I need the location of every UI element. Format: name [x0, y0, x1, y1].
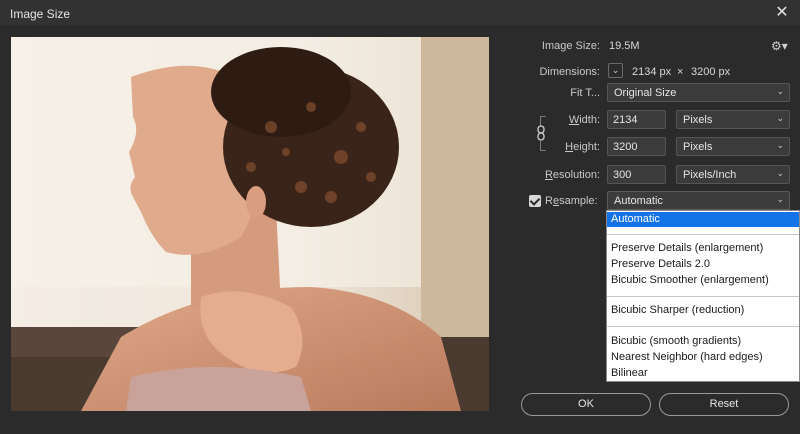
resample-option-nearest-neighbor[interactable]: Nearest Neighbor (hard edges): [607, 350, 799, 365]
reset-button[interactable]: Reset: [659, 393, 789, 416]
height-unit-value: Pixels: [683, 141, 713, 153]
resample-option-bicubic-sharper[interactable]: Bicubic Sharper (reduction): [607, 303, 799, 318]
chevron-down-icon[interactable]: ⌄: [608, 63, 623, 78]
resample-checkbox[interactable]: [529, 195, 541, 207]
height-input[interactable]: 3200: [607, 137, 666, 156]
dimensions-height-value: 3200 px: [691, 66, 731, 78]
resample-option-bicubic-smoother[interactable]: Bicubic Smoother (enlargement): [607, 273, 799, 288]
image-preview[interactable]: [11, 37, 489, 411]
resample-option-preserve-details-2[interactable]: Preserve Details 2.0: [607, 257, 799, 272]
resolution-label: Resolution:: [544, 169, 600, 181]
link-chain-icon[interactable]: [536, 125, 546, 141]
window-title: Image Size: [10, 7, 71, 21]
dropdown-separator: [607, 326, 799, 327]
resolution-unit-select[interactable]: Pixels/Inch ⌄: [676, 165, 790, 184]
resample-option-bicubic[interactable]: Bicubic (smooth gradients): [607, 334, 799, 349]
gear-icon[interactable]: ⚙▾: [771, 39, 791, 53]
resample-option-automatic[interactable]: Automatic: [607, 212, 799, 227]
close-icon[interactable]: ✕: [772, 3, 792, 23]
resample-label: Resample:: [545, 195, 598, 207]
resample-option-preserve-details[interactable]: Preserve Details (enlargement): [607, 241, 799, 256]
title-bar: Image Size ✕: [0, 0, 800, 27]
resample-option-bilinear[interactable]: Bilinear: [607, 366, 799, 381]
height-unit-select[interactable]: Pixels ⌄: [676, 137, 790, 156]
preview-photo: [11, 37, 489, 411]
fit-to-value: Original Size: [614, 87, 677, 99]
resample-select[interactable]: Automatic ⌄: [607, 191, 790, 210]
width-label: Width:: [568, 114, 600, 126]
dimensions-separator: ×: [677, 66, 684, 78]
image-size-value: 19.5M: [609, 40, 640, 52]
fit-to-select[interactable]: Original Size ⌄: [607, 83, 790, 102]
dropdown-separator: [607, 234, 799, 235]
chevron-down-icon: ⌄: [776, 140, 784, 150]
width-unit-value: Pixels: [683, 114, 713, 126]
resolution-input[interactable]: 300: [607, 165, 666, 184]
resample-dropdown: Automatic Preserve Details (enlargement)…: [606, 210, 800, 382]
fit-to-label: Fit T...: [570, 87, 600, 99]
resolution-unit-value: Pixels/Inch: [683, 169, 737, 181]
chevron-down-icon: ⌄: [776, 194, 784, 204]
resample-value: Automatic: [614, 195, 663, 207]
width-unit-select[interactable]: Pixels ⌄: [676, 110, 790, 129]
width-input[interactable]: 2134: [607, 110, 666, 129]
chevron-down-icon: ⌄: [776, 113, 784, 123]
image-size-label: Image Size:: [541, 40, 600, 52]
dropdown-separator: [607, 296, 799, 297]
ok-button[interactable]: OK: [521, 393, 651, 416]
chevron-down-icon: ⌄: [776, 168, 784, 178]
height-label: Height:: [565, 141, 600, 153]
dimensions-label: Dimensions:: [539, 66, 600, 78]
chevron-down-icon: ⌄: [776, 86, 784, 96]
dimensions-width-value: 2134 px: [632, 66, 672, 78]
